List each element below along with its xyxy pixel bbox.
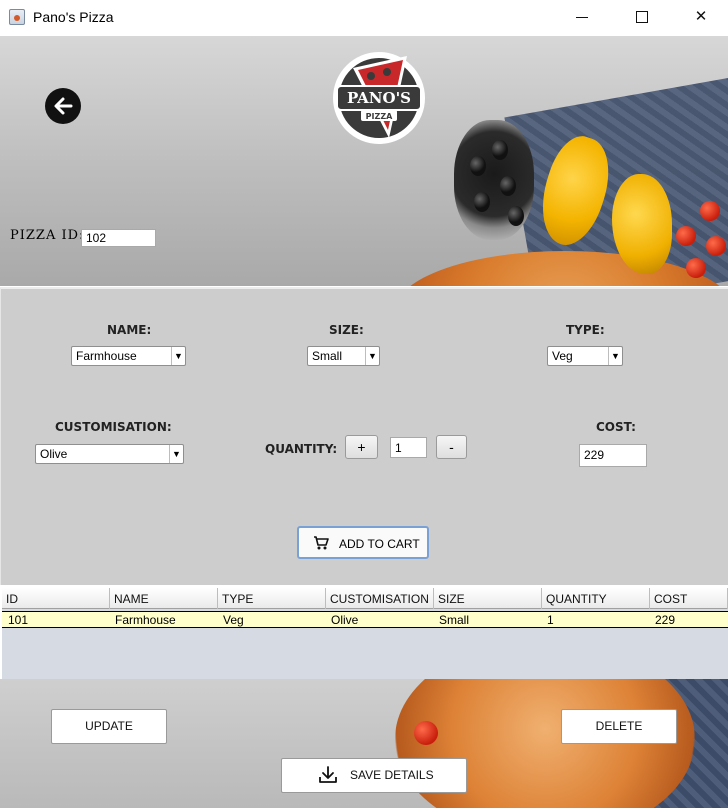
save-details-button[interactable]: SAVE DETAILS <box>281 758 467 793</box>
download-icon <box>319 766 337 783</box>
java-app-icon <box>9 9 25 25</box>
logo-subtext: PIZZA <box>366 112 393 121</box>
hero-banner: PANO'S PIZZA PIZZA ID: 102 <box>0 36 728 286</box>
cell-type: Veg <box>223 613 244 627</box>
type-label: TYPE: <box>566 323 605 337</box>
name-label: NAME: <box>107 323 152 337</box>
window-title: Pano's Pizza <box>33 9 114 25</box>
update-button[interactable]: UPDATE <box>51 709 167 744</box>
tomato-image <box>686 258 706 278</box>
cost-field[interactable]: 229 <box>579 444 647 467</box>
bottom-action-area: UPDATE DELETE SAVE DETAILS <box>0 679 728 808</box>
maximize-icon <box>636 11 648 23</box>
dropdown-arrow-icon: ▼ <box>169 445 183 463</box>
arrow-left-icon <box>54 97 73 115</box>
quantity-increment-button[interactable]: + <box>345 435 378 459</box>
cell-name: Farmhouse <box>115 613 176 627</box>
pizza-id-input[interactable]: 102 <box>81 229 156 247</box>
column-header-customisation[interactable]: CUSTOMISATION <box>326 588 434 609</box>
delete-button[interactable]: DELETE <box>561 709 677 744</box>
column-header-name[interactable]: NAME <box>110 588 218 609</box>
size-label: SIZE: <box>329 323 364 337</box>
customisation-select[interactable]: Olive ▼ <box>35 444 184 464</box>
type-select[interactable]: Veg ▼ <box>547 346 623 366</box>
olive-image <box>470 156 486 176</box>
quantity-decrement-button[interactable]: - <box>436 435 467 459</box>
pizza-id-label: PIZZA ID: <box>10 228 85 243</box>
column-header-quantity[interactable]: QUANTITY <box>542 588 650 609</box>
column-header-id[interactable]: ID <box>2 588 110 609</box>
column-header-type[interactable]: TYPE <box>218 588 326 609</box>
tomato-image <box>700 201 720 221</box>
cell-cost: 229 <box>655 613 676 627</box>
tomato-image <box>706 236 726 256</box>
customisation-label: CUSTOMISATION: <box>55 420 172 434</box>
logo-text: PANO'S <box>347 89 411 107</box>
table-header: ID NAME TYPE CUSTOMISATION SIZE QUANTITY… <box>2 588 728 609</box>
customisation-select-value: Olive <box>40 447 68 461</box>
cell-size: Small <box>439 613 470 627</box>
close-icon: ✕ <box>694 8 708 25</box>
minimize-icon <box>576 17 588 18</box>
window-title-bar: Pano's Pizza ✕ <box>0 0 728 36</box>
dropdown-arrow-icon: ▼ <box>171 347 185 365</box>
minimize-button[interactable] <box>560 0 606 36</box>
quantity-input[interactable]: 1 <box>390 437 427 458</box>
column-header-size[interactable]: SIZE <box>434 588 542 609</box>
olive-image <box>508 206 524 226</box>
cell-customisation: Olive <box>331 613 359 627</box>
olive-image <box>474 192 490 212</box>
quantity-label: QUANTITY: <box>265 442 338 456</box>
name-select-value: Farmhouse <box>76 349 137 363</box>
cell-quantity: 1 <box>547 613 554 627</box>
save-details-label: SAVE DETAILS <box>350 768 434 782</box>
cost-label: COST: <box>596 420 636 434</box>
size-select-value: Small <box>312 349 343 363</box>
shopping-cart-icon <box>314 536 329 550</box>
olive-image <box>500 176 516 196</box>
add-to-cart-button[interactable]: ADD TO CART <box>297 526 429 559</box>
column-header-cost[interactable]: COST <box>650 588 728 609</box>
panos-pizza-logo: PANO'S PIZZA <box>333 52 425 144</box>
table-row[interactable]: 101 Farmhouse Veg Olive Small 1 229 <box>2 611 728 628</box>
close-button[interactable]: ✕ <box>678 0 724 36</box>
maximize-button[interactable] <box>620 0 666 36</box>
cart-table[interactable]: ID NAME TYPE CUSTOMISATION SIZE QUANTITY… <box>2 588 728 679</box>
name-select[interactable]: Farmhouse ▼ <box>71 346 186 366</box>
olive-image <box>492 140 508 160</box>
tomato-image <box>414 721 438 745</box>
tomato-image <box>676 226 696 246</box>
dropdown-arrow-icon: ▼ <box>365 347 379 365</box>
dropdown-arrow-icon: ▼ <box>608 347 622 365</box>
size-select[interactable]: Small ▼ <box>307 346 380 366</box>
back-button[interactable] <box>45 88 81 124</box>
add-to-cart-label: ADD TO CART <box>339 537 420 551</box>
order-form-panel: NAME: Farmhouse ▼ SIZE: Small ▼ TYPE: Ve… <box>0 287 728 585</box>
type-select-value: Veg <box>552 349 573 363</box>
cell-id: 101 <box>8 613 29 627</box>
